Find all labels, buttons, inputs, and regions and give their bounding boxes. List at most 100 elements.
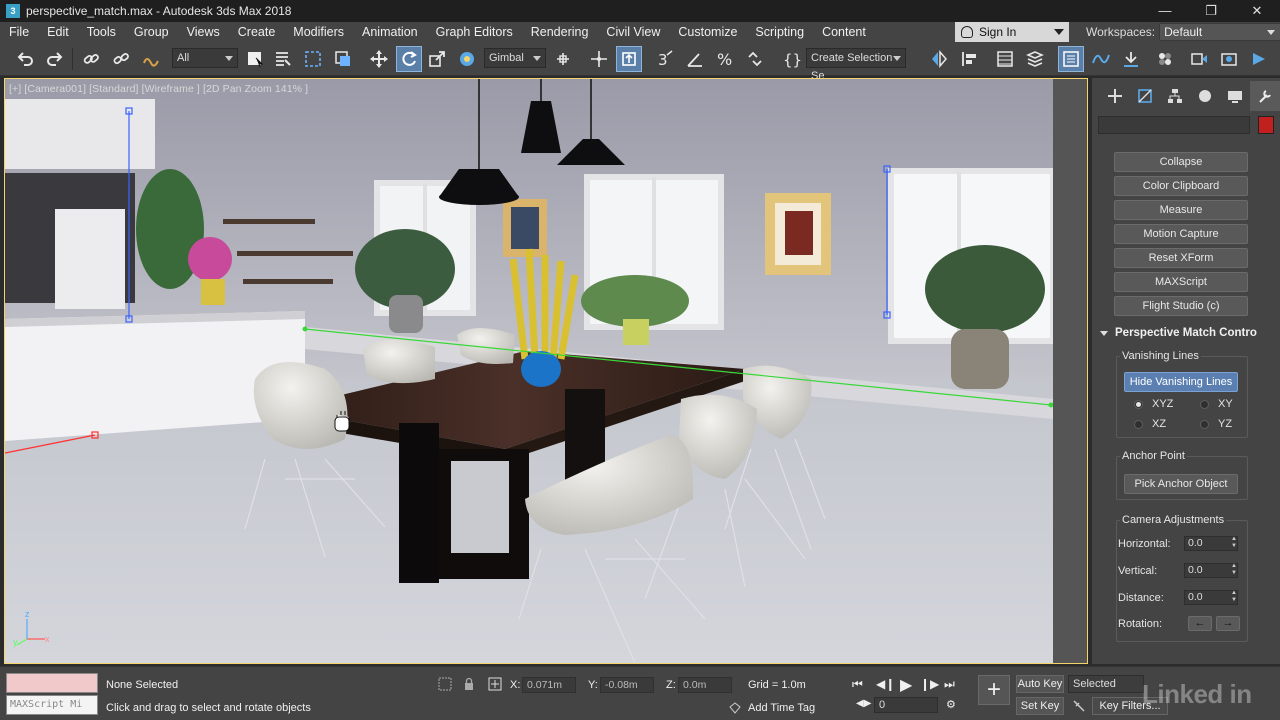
pick-anchor-object-button[interactable]: Pick Anchor Object (1124, 474, 1238, 494)
vertical-spinner-arrows-icon[interactable]: ▲ ▼ (1230, 563, 1238, 578)
workspaces-select[interactable]: Default (1159, 23, 1280, 41)
align-icon[interactable] (956, 46, 982, 72)
menu-tools[interactable]: Tools (78, 22, 125, 42)
x-coord-field[interactable]: 0.071m (522, 677, 576, 693)
maxscript-button[interactable]: MAXScript (1114, 272, 1248, 292)
menu-civil-view[interactable]: Civil View (597, 22, 669, 42)
rotate-right-button[interactable]: → (1216, 616, 1240, 631)
add-time-tag-label[interactable]: Add Time Tag (748, 702, 815, 714)
select-manipulate-icon[interactable] (586, 46, 612, 72)
mirror-icon[interactable] (926, 46, 952, 72)
render-setup-icon[interactable] (1186, 46, 1212, 72)
hierarchy-tab-icon[interactable] (1160, 81, 1190, 111)
flight-studio-button[interactable]: Flight Studio (c) (1114, 296, 1248, 316)
link-icon[interactable] (78, 46, 104, 72)
object-color-swatch[interactable] (1258, 116, 1274, 134)
isolate-selection-icon[interactable] (438, 677, 452, 691)
y-coord-field[interactable]: -0.08m (600, 677, 654, 693)
rotate-left-button[interactable]: ← (1188, 616, 1212, 631)
percent-snap-icon[interactable]: % (712, 46, 738, 72)
place-icon[interactable] (454, 46, 480, 72)
key-mode-toggle-icon[interactable]: ◀▶ (856, 698, 871, 709)
curve-editor-icon[interactable] (1088, 46, 1114, 72)
radio-yz[interactable]: YZ (1200, 418, 1232, 430)
goto-start-icon[interactable]: ⏮ (852, 677, 863, 692)
menu-modifiers[interactable]: Modifiers (284, 22, 353, 42)
collapse-button[interactable]: Collapse (1114, 152, 1248, 172)
maxscript-mini-listener[interactable]: MAXScript Mi (6, 695, 98, 715)
set-key-button[interactable]: Set Key (1016, 697, 1064, 715)
move-icon[interactable] (366, 46, 392, 72)
utilities-tab-icon[interactable] (1250, 81, 1280, 111)
render-production-icon[interactable] (1246, 46, 1272, 72)
goto-end-icon[interactable]: ⏭ (944, 677, 955, 692)
motion-capture-button[interactable]: Motion Capture (1114, 224, 1248, 244)
time-tag-icon[interactable] (728, 701, 742, 715)
radio-xyz[interactable]: XYZ (1134, 398, 1173, 410)
auto-key-button[interactable]: Auto Key (1016, 675, 1064, 693)
select-object-icon[interactable] (242, 46, 268, 72)
radio-xy[interactable]: XY (1200, 398, 1233, 410)
time-configuration-icon[interactable]: ⚙ (946, 698, 956, 711)
color-clipboard-button[interactable]: Color Clipboard (1114, 176, 1248, 196)
bind-space-warp-icon[interactable] (138, 46, 164, 72)
unlink-icon[interactable] (108, 46, 134, 72)
close-icon[interactable]: ✕ (1234, 0, 1280, 22)
snaps-toggle-icon[interactable]: 3 (652, 46, 678, 72)
undo-icon[interactable] (12, 46, 38, 72)
hide-vanishing-lines-button[interactable]: Hide Vanishing Lines (1124, 372, 1238, 392)
menu-customize[interactable]: Customize (669, 22, 746, 42)
display-tab-icon[interactable] (1220, 81, 1250, 111)
menu-create[interactable]: Create (229, 22, 285, 42)
material-editor-icon[interactable] (1152, 46, 1178, 72)
key-mode-select[interactable]: Selected (1068, 675, 1144, 693)
selection-lock-icon[interactable] (462, 677, 476, 691)
selection-filter-select[interactable]: All (172, 48, 238, 68)
horizontal-spinner-arrows-icon[interactable]: ▲ ▼ (1230, 536, 1238, 551)
absolute-mode-icon[interactable] (488, 677, 502, 691)
edit-named-selection-icon[interactable]: {} (778, 46, 804, 72)
motion-tab-icon[interactable] (1190, 81, 1220, 111)
menu-group[interactable]: Group (125, 22, 178, 42)
rectangular-selection-icon[interactable] (300, 46, 326, 72)
sign-in-dropdown[interactable]: Sign In (955, 22, 1069, 42)
menu-animation[interactable]: Animation (353, 22, 427, 42)
named-selection-select[interactable]: Create Selection Se (806, 48, 906, 82)
reference-coord-select[interactable]: Gimbal (484, 48, 546, 68)
schematic-view-icon[interactable] (1118, 46, 1144, 72)
menu-rendering[interactable]: Rendering (522, 22, 598, 42)
scene-explorer-icon[interactable] (992, 46, 1018, 72)
viewport-label-menu[interactable]: [+] [Camera001] [Standard] [Wireframe ] … (9, 83, 308, 95)
scale-icon[interactable] (424, 46, 450, 72)
distance-spinner-arrows-icon[interactable]: ▲ ▼ (1230, 590, 1238, 605)
restore-icon[interactable]: ❐ (1188, 0, 1234, 22)
radio-xz[interactable]: XZ (1134, 418, 1166, 430)
menu-scripting[interactable]: Scripting (746, 22, 813, 42)
maxscript-listener-output[interactable] (6, 673, 98, 693)
modify-tab-icon[interactable] (1130, 81, 1160, 111)
minimize-icon[interactable]: — (1142, 0, 1188, 22)
object-name-field[interactable] (1098, 116, 1250, 134)
menu-content[interactable]: Content (813, 22, 875, 42)
camera-viewport[interactable]: z y x [+] [Camera001] [Standard] [Wirefr… (4, 78, 1088, 664)
spinner-snap-icon[interactable] (742, 46, 768, 72)
reset-xform-button[interactable]: Reset XForm (1114, 248, 1248, 268)
redo-icon[interactable] (42, 46, 68, 72)
perspective-match-rollout-header[interactable]: Perspective Match Contro (1100, 324, 1276, 342)
measure-button[interactable]: Measure (1114, 200, 1248, 220)
rotate-icon[interactable] (396, 46, 422, 72)
menu-graph-editors[interactable]: Graph Editors (427, 22, 522, 42)
previous-frame-icon[interactable]: ◀❙ (876, 677, 895, 691)
play-icon[interactable]: ▶ (900, 675, 912, 695)
create-tab-icon[interactable] (1100, 81, 1130, 111)
ribbon-toggle-icon[interactable] (1058, 46, 1084, 72)
set-key-big-button[interactable]: + (978, 675, 1010, 705)
angle-snap-icon[interactable] (682, 46, 708, 72)
keyboard-shortcut-override-icon[interactable] (616, 46, 642, 72)
menu-edit[interactable]: Edit (38, 22, 78, 42)
rendered-frame-window-icon[interactable] (1216, 46, 1242, 72)
select-by-name-icon[interactable] (270, 46, 296, 72)
pivot-center-icon[interactable] (550, 46, 576, 72)
current-frame-field[interactable]: 0 (874, 697, 938, 713)
z-coord-field[interactable]: 0.0m (678, 677, 732, 693)
